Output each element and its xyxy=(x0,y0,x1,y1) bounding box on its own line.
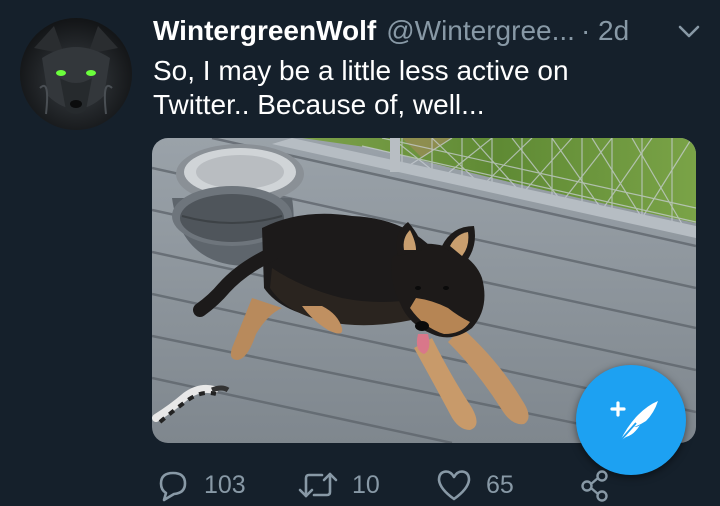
wolf-avatar-image xyxy=(20,18,132,130)
share-button[interactable] xyxy=(578,465,612,505)
reply-icon xyxy=(159,471,187,502)
user-handle[interactable]: @Wintergree... xyxy=(386,15,575,47)
chevron-down-icon[interactable] xyxy=(676,22,702,42)
compose-tweet-icon xyxy=(610,401,658,442)
reply-count: 103 xyxy=(204,470,246,499)
tweet-header: WintergreenWolf @Wintergree... · 2d xyxy=(153,14,629,48)
tweet-text-line: Twitter.. Because of, well... xyxy=(153,89,485,120)
like-button[interactable]: 65 xyxy=(436,465,514,505)
reply-button[interactable]: 103 xyxy=(156,465,246,505)
display-name[interactable]: WintergreenWolf xyxy=(153,15,376,47)
like-count: 65 xyxy=(486,470,514,499)
compose-tweet-button[interactable] xyxy=(576,365,686,475)
retweet-icon xyxy=(298,472,338,498)
tweet-text: So, I may be a little less active on Twi… xyxy=(153,54,693,122)
avatar[interactable] xyxy=(20,18,132,130)
retweet-count: 10 xyxy=(352,470,380,499)
share-icon xyxy=(581,470,608,502)
retweet-button[interactable]: 10 xyxy=(298,465,380,505)
tweet-actions: 103 10 65 xyxy=(0,465,720,505)
tweet-timestamp[interactable]: · 2d xyxy=(581,15,629,47)
tweet-text-line: So, I may be a little less active on xyxy=(153,55,569,86)
heart-icon xyxy=(437,470,471,501)
